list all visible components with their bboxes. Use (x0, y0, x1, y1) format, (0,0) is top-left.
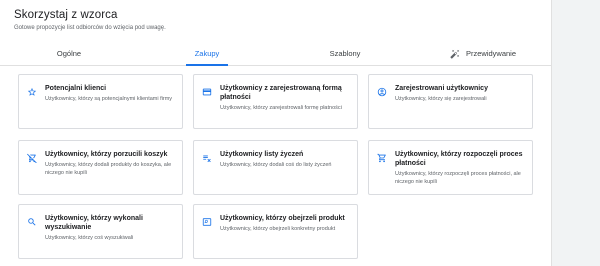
template-card-potential-customers[interactable]: Potencjalni klienci Użytkownicy, którzy … (18, 74, 183, 129)
category-tabs: Ogólne Zakupy Szablony Przewidywanie (0, 41, 552, 66)
template-card-registered-users[interactable]: Zarejestrowani użytkownicy Użytkownicy, … (368, 74, 533, 129)
card-title: Użytkownicy, którzy rozpoczęli proces pł… (395, 151, 523, 167)
card-title: Użytkownicy listy życzeń (220, 151, 304, 158)
tab-predictive[interactable]: Przewidywanie (414, 41, 552, 66)
card-description: Użytkownicy, którzy się zarejestrowali (395, 96, 487, 102)
panel-title: Skorzystaj z wzorca (14, 9, 118, 21)
tab-label: Szablony (329, 49, 361, 58)
card-description: Użytkownicy, którzy zarejestrowali formę… (220, 105, 342, 111)
template-card-product-viewers[interactable]: Użytkownicy, którzy obejrzeli produkt Uż… (193, 204, 358, 259)
card-description: Użytkownicy, którzy dodali coś do listy … (220, 162, 332, 168)
card-description: Użytkownicy, którzy coś wyszukiwali (45, 235, 134, 241)
template-card-searchers[interactable]: Użytkownicy, którzy wykonali wyszukiwani… (18, 204, 183, 259)
card-title: Zarejestrowani użytkownicy (395, 85, 488, 92)
template-card-checkout-started[interactable]: Użytkownicy, którzy rozpoczęli proces pł… (368, 140, 533, 195)
shopping-cart-icon (377, 150, 387, 163)
card-title: Potencjalni klienci (45, 85, 107, 92)
star-icon (27, 84, 37, 96)
product-search-icon (202, 214, 212, 226)
search-icon (27, 214, 37, 226)
card-description: Użytkownicy, którzy obejrzeli konkretny … (220, 226, 336, 232)
remove-cart-icon (27, 150, 37, 164)
tab-templates[interactable]: Szablony (276, 41, 414, 66)
sparkle-icon (450, 49, 460, 59)
account-circle-icon (377, 84, 387, 97)
panel-header: Skorzystaj z wzorca Gotowe propozycje li… (0, 0, 551, 31)
tab-label: Zakupy (194, 49, 220, 58)
credit-card-icon (202, 84, 212, 96)
tab-general[interactable]: Ogólne (0, 41, 138, 66)
card-title: Użytkownicy, którzy obejrzeli produkt (220, 215, 345, 222)
panel-subtitle: Gotowe propozycje list odbiorców do wzię… (14, 25, 166, 31)
card-description: Użytkownicy, którzy są potencjalnymi kli… (45, 96, 173, 102)
card-description: Użytkownicy, którzy dodali produkty do k… (45, 162, 172, 176)
template-card-payment-method[interactable]: Użytkownicy z zarejestrowaną formą płatn… (193, 74, 358, 129)
tab-label: Przewidywanie (465, 49, 517, 58)
card-title: Użytkownicy z zarejestrowaną formą płatn… (220, 85, 342, 101)
card-description: Użytkownicy, którzy rozpoczęli proces pł… (395, 171, 521, 185)
card-title: Użytkownicy, którzy wykonali wyszukiwani… (45, 215, 143, 231)
template-card-abandoned-cart[interactable]: Użytkownicy, którzy porzucili koszyk Uży… (18, 140, 183, 195)
tab-label: Ogólne (56, 49, 82, 58)
template-panel: Skorzystaj z wzorca Gotowe propozycje li… (0, 0, 552, 266)
playlist-add-check-icon (202, 150, 212, 163)
template-card-wishlist[interactable]: Użytkownicy listy życzeń Użytkownicy, kt… (193, 140, 358, 195)
card-title: Użytkownicy, którzy porzucili koszyk (45, 151, 168, 158)
tab-purchases[interactable]: Zakupy (138, 41, 276, 66)
